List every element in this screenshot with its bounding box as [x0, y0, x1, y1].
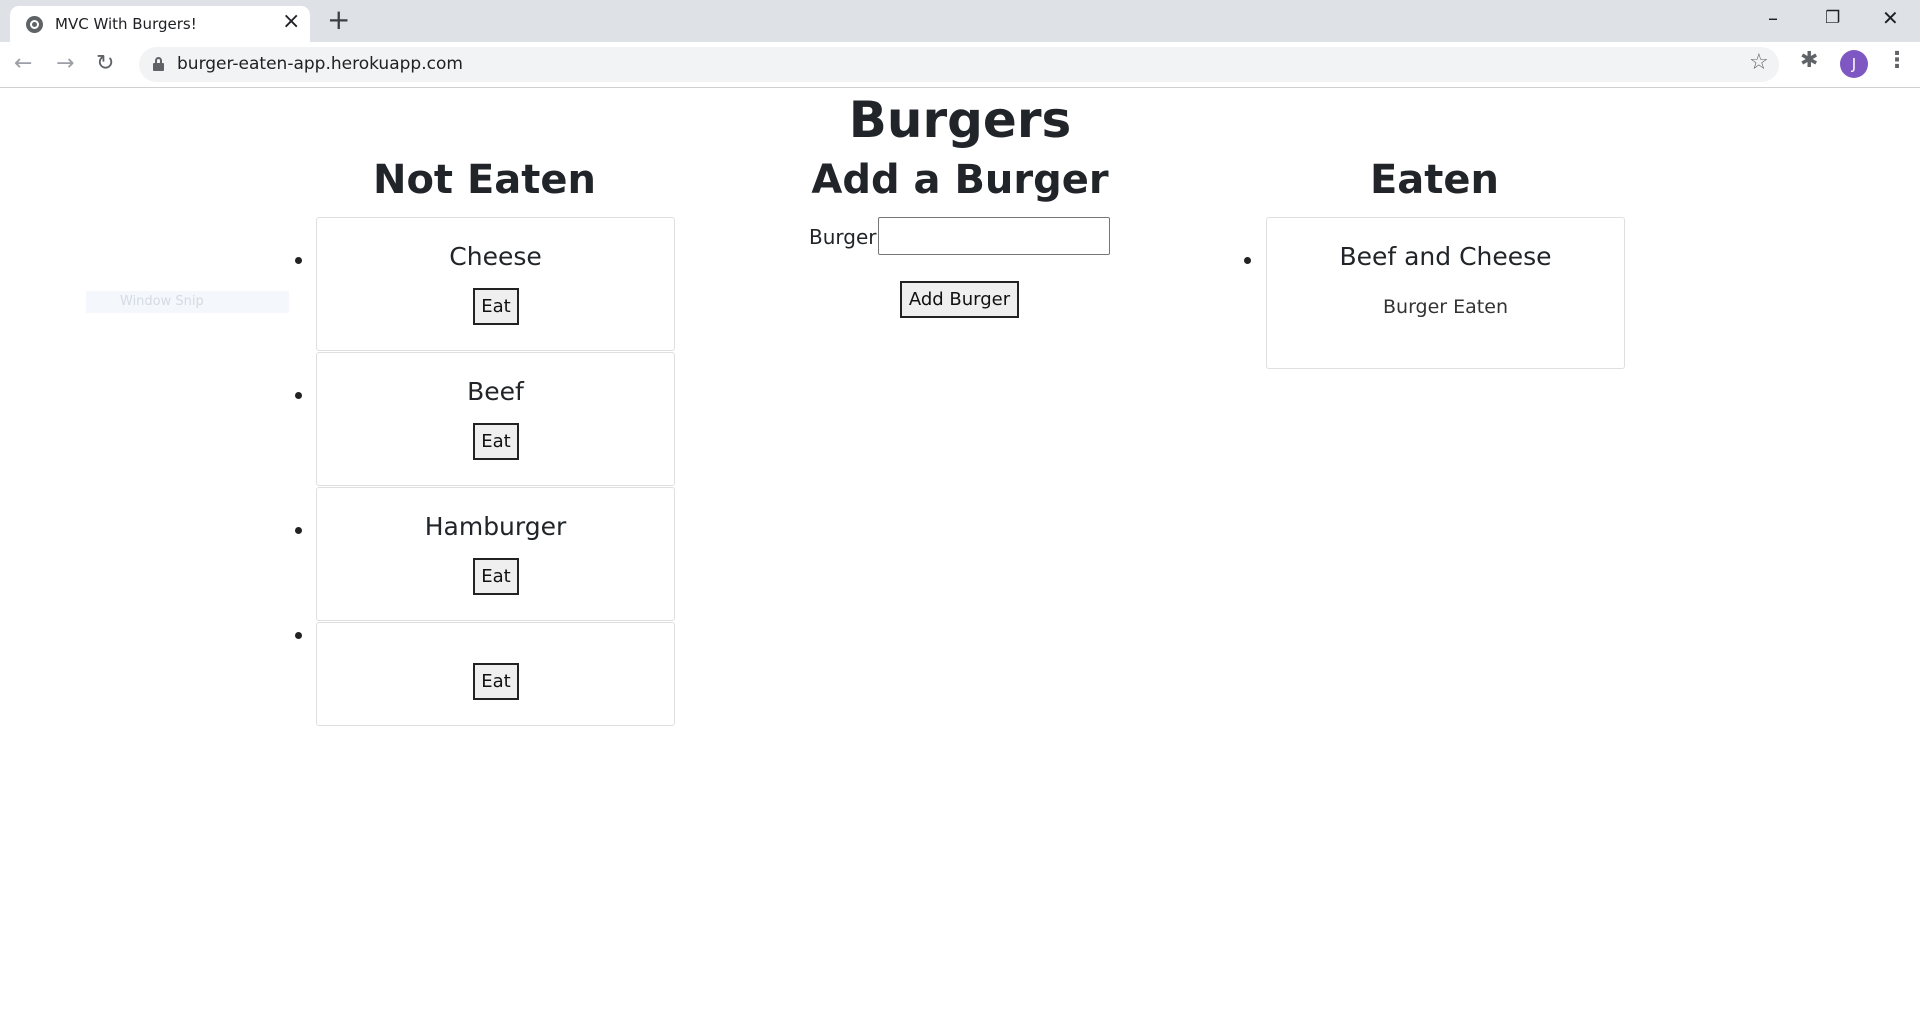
eat-button[interactable]: Eat	[473, 423, 519, 460]
list-bullet	[295, 632, 302, 639]
tab-strip: MVC With Burgers! × + – ❐ ✕	[0, 0, 1920, 42]
tab-title: MVC With Burgers!	[55, 15, 197, 33]
browser-tab[interactable]: MVC With Burgers! ×	[10, 6, 310, 42]
list-bullet	[295, 527, 302, 534]
eaten-heading: Eaten	[1369, 157, 1500, 203]
address-bar[interactable]: burger-eaten-app.herokuapp.com ☆	[139, 47, 1779, 82]
reload-icon[interactable]: ↻	[96, 51, 114, 77]
list-bullet	[1244, 257, 1251, 264]
burger-name: Cheese	[449, 242, 542, 271]
eat-button[interactable]: Eat	[473, 558, 519, 595]
eaten-status: Burger Eaten	[1383, 296, 1508, 318]
burger-card-hamburger: Hamburger Eat	[316, 487, 675, 621]
back-icon[interactable]: ←	[14, 51, 32, 77]
new-tab-icon[interactable]: +	[327, 6, 350, 34]
burger-card-beef: Beef Eat	[316, 352, 675, 486]
close-window-icon[interactable]: ✕	[1882, 6, 1899, 30]
burger-input-label: Burger:	[809, 225, 883, 249]
avatar[interactable]: J	[1840, 50, 1868, 78]
eat-button[interactable]: Eat	[473, 663, 519, 700]
eaten-burger-name: Beef and Cheese	[1339, 242, 1552, 271]
burger-name: Hamburger	[424, 512, 567, 541]
eaten-card: Beef and Cheese Burger Eaten	[1266, 217, 1625, 369]
add-burger-heading: Add a Burger	[811, 157, 1109, 203]
list-bullet	[295, 392, 302, 399]
window-snip-overlay: Window Snip	[86, 291, 289, 313]
forward-icon[interactable]: →	[56, 51, 74, 77]
extensions-icon[interactable]: ✱	[1800, 49, 1818, 73]
burger-card-cheese: Cheese Eat	[316, 217, 675, 351]
browser-toolbar: ← → ↻ burger-eaten-app.herokuapp.com ☆ ✱…	[0, 42, 1920, 88]
minimize-icon[interactable]: –	[1768, 6, 1778, 30]
burger-name: Beef	[467, 377, 524, 406]
url-text: burger-eaten-app.herokuapp.com	[177, 54, 463, 74]
page-content: Burgers Not Eaten Cheese Eat Beef Eat Ha…	[0, 89, 1920, 1030]
close-tab-icon[interactable]: ×	[282, 10, 300, 34]
lock-icon	[153, 57, 164, 71]
not-eaten-heading: Not Eaten	[372, 157, 597, 203]
globe-icon	[26, 16, 43, 33]
burger-card-unnamed: Eat	[316, 622, 675, 726]
page-title: Burgers	[848, 91, 1072, 149]
burger-name-input[interactable]	[878, 217, 1110, 255]
bookmark-star-icon[interactable]: ☆	[1749, 50, 1769, 75]
eat-button[interactable]: Eat	[473, 288, 519, 325]
list-bullet	[295, 257, 302, 264]
restore-icon[interactable]: ❐	[1825, 6, 1840, 30]
add-burger-button[interactable]: Add Burger	[900, 281, 1019, 318]
browser-menu-icon[interactable]: ⋮	[1886, 49, 1908, 73]
